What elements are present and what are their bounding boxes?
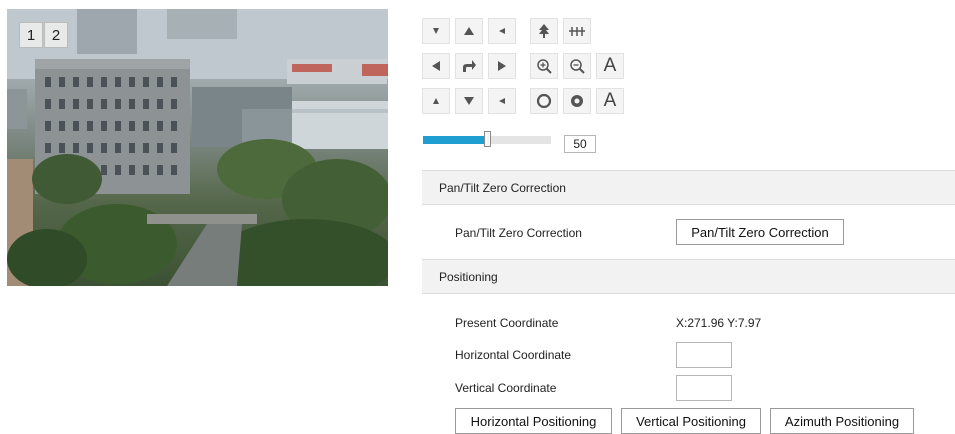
pan-down-right-button[interactable] [488,88,516,114]
vertical-coordinate-label: Vertical Coordinate [455,381,557,395]
pan-left-button[interactable] [422,53,450,79]
iris-open-button[interactable] [530,88,558,114]
pan-up-right-button[interactable] [488,18,516,44]
iris-close-button[interactable] [563,88,591,114]
present-coordinate-label: Present Coordinate [455,316,559,330]
pan-up-left-button[interactable] [422,18,450,44]
video-frame-image [7,9,388,286]
present-coordinate-value: X:271.96 Y:7.97 [676,316,762,330]
auto-scan-icon [463,60,476,72]
zero-correction-button[interactable]: Pan/Tilt Zero Correction [676,219,844,245]
wiper-icon [539,24,549,38]
ptz-speed-slider[interactable] [423,131,551,147]
vertical-positioning-button[interactable]: Vertical Positioning [621,408,761,434]
tilt-down-button[interactable] [455,88,483,114]
zoom-out-button[interactable] [563,53,591,79]
zoom-in-button[interactable] [530,53,558,79]
horizontal-coordinate-input[interactable] [676,342,732,368]
window-tab-1[interactable]: 1 [19,22,43,48]
down-right-icon [499,98,505,104]
focus-far-button[interactable]: A [596,88,624,114]
up-left-icon [433,28,439,34]
ptz-speed-slider-handle[interactable] [484,131,491,147]
ptz-speed-slider-fill [423,136,487,144]
focus-far-icon: A [603,90,617,111]
window-tab-2[interactable]: 2 [44,22,68,48]
left-icon [432,61,440,71]
ptz-speed-value: 50 [564,135,596,153]
focus-near-button[interactable]: A [596,53,624,79]
wiper-button[interactable] [530,18,558,44]
light-icon [569,27,585,36]
section-header-positioning: Positioning [422,259,955,294]
right-icon [498,61,506,71]
focus-near-icon: A [603,55,617,76]
section-header-zero-correction: Pan/Tilt Zero Correction [422,170,955,205]
azimuth-positioning-button[interactable]: Azimuth Positioning [770,408,914,434]
zoom-in-icon [537,59,552,74]
light-button[interactable] [563,18,591,44]
iris-close-icon [571,95,583,107]
live-video-preview[interactable]: 1 2 [7,9,388,286]
pan-right-button[interactable] [488,53,516,79]
window-split-tabs: 1 2 [19,22,69,48]
horizontal-coordinate-label: Horizontal Coordinate [455,348,572,362]
iris-open-icon [536,93,552,109]
horizontal-positioning-button[interactable]: Horizontal Positioning [455,408,612,434]
zoom-out-icon [570,59,585,74]
up-icon [464,27,474,35]
pan-down-left-button[interactable] [422,88,450,114]
down-left-icon [433,98,439,104]
vertical-coordinate-input[interactable] [676,375,732,401]
tilt-up-button[interactable] [455,18,483,44]
down-icon [464,97,474,105]
up-right-icon [499,28,505,34]
auto-scan-button[interactable] [455,53,483,79]
zero-correction-label: Pan/Tilt Zero Correction [455,226,582,240]
